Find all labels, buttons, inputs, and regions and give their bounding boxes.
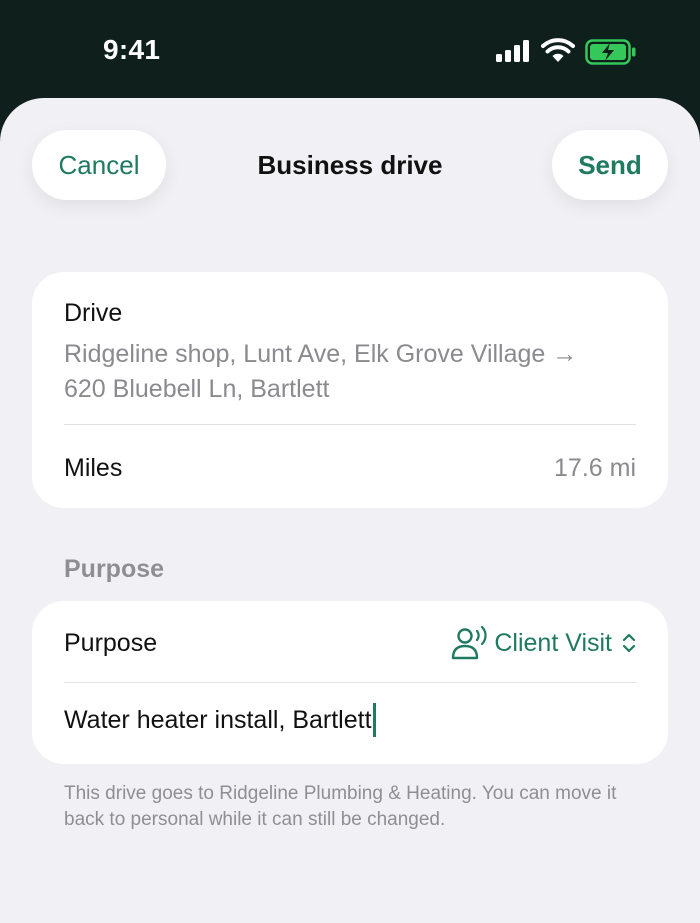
status-time: 9:41 bbox=[103, 34, 161, 65]
cellular-signal-icon bbox=[496, 40, 529, 62]
footnote: This drive goes to Ridgeline Plumbing & … bbox=[64, 783, 617, 830]
purpose-picker[interactable]: Client Visit bbox=[450, 623, 636, 663]
drive-route: Ridgeline shop, Lunt Ave, Elk Grove Vill… bbox=[64, 337, 624, 407]
battery-charging-icon bbox=[585, 39, 636, 65]
route-destination: 620 Bluebell Ln, Bartlett bbox=[64, 375, 330, 403]
wifi-icon bbox=[541, 38, 575, 62]
selected-purpose: Client Visit bbox=[494, 628, 612, 657]
purpose-label: Purpose bbox=[64, 629, 158, 657]
miles-label: Miles bbox=[64, 454, 123, 482]
divider bbox=[64, 424, 636, 425]
route-origin: Ridgeline shop, Lunt Ave, Elk Grove Vill… bbox=[64, 340, 578, 368]
chevron-up-down-icon bbox=[622, 633, 636, 653]
client-person-icon bbox=[452, 625, 487, 660]
drive-card: Drive Ridgeline shop, Lunt Ave, Elk Grov… bbox=[32, 272, 668, 508]
purpose-note-text: Water heater install, Bartlett bbox=[64, 705, 372, 734]
drive-sheet: Cancel Business drive Send Drive Ridgeli… bbox=[0, 98, 700, 923]
miles-value: 17.6 mi bbox=[554, 454, 636, 482]
purpose-card: Purpose Client Visit Water heater instal… bbox=[32, 601, 668, 764]
status-bar: 9:41 bbox=[0, 0, 700, 100]
drive-label: Drive bbox=[64, 299, 123, 327]
send-button[interactable]: Send bbox=[552, 130, 668, 200]
divider bbox=[64, 682, 636, 683]
purpose-note-input[interactable]: Water heater install, Bartlett bbox=[64, 695, 636, 745]
purpose-section-header: Purpose bbox=[64, 555, 165, 583]
text-cursor bbox=[372, 703, 376, 737]
